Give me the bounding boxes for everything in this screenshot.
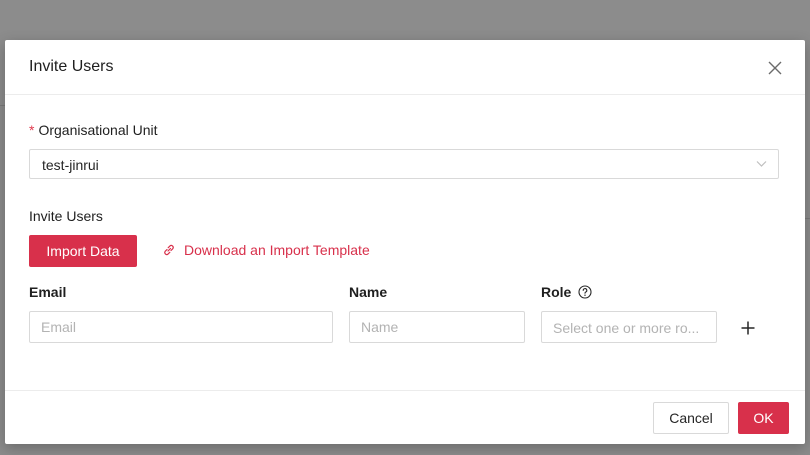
email-column-header: Email [29, 284, 67, 300]
org-unit-select[interactable]: test-jinrui [29, 149, 779, 179]
download-template-link[interactable]: Download an Import Template [162, 242, 370, 258]
ok-button[interactable]: OK [738, 402, 789, 434]
import-data-button[interactable]: Import Data [29, 235, 137, 267]
cancel-button[interactable]: Cancel [653, 402, 729, 434]
invite-users-modal: Invite Users * Organisational Unit test-j… [5, 40, 805, 444]
modal-header: Invite Users [5, 40, 805, 95]
link-icon [164, 244, 174, 256]
close-icon [768, 61, 782, 75]
plus-icon[interactable] [740, 320, 756, 336]
modal-footer: Cancel OK [5, 390, 805, 445]
background-divider [805, 218, 810, 219]
role-select-placeholder: Select one or more ro... [553, 320, 700, 336]
modal-title: Invite Users [29, 58, 114, 75]
close-button[interactable] [766, 59, 784, 77]
question-circle-icon[interactable] [578, 285, 592, 299]
name-column-header: Name [349, 284, 388, 300]
org-unit-label: * Organisational Unit [29, 122, 158, 138]
role-column-header-text: Role [541, 284, 572, 300]
email-input[interactable] [29, 311, 333, 343]
name-input[interactable] [349, 311, 525, 343]
required-mark: * [29, 122, 35, 138]
download-template-link-text: Download an Import Template [184, 242, 370, 258]
org-unit-label-text: Organisational Unit [38, 122, 158, 138]
role-column-header: Role [541, 284, 592, 300]
chevron-down-icon [756, 161, 767, 167]
org-unit-value: test-jinrui [42, 157, 99, 173]
role-select[interactable]: Select one or more ro... [541, 311, 717, 343]
invite-users-label: Invite Users [29, 208, 103, 224]
